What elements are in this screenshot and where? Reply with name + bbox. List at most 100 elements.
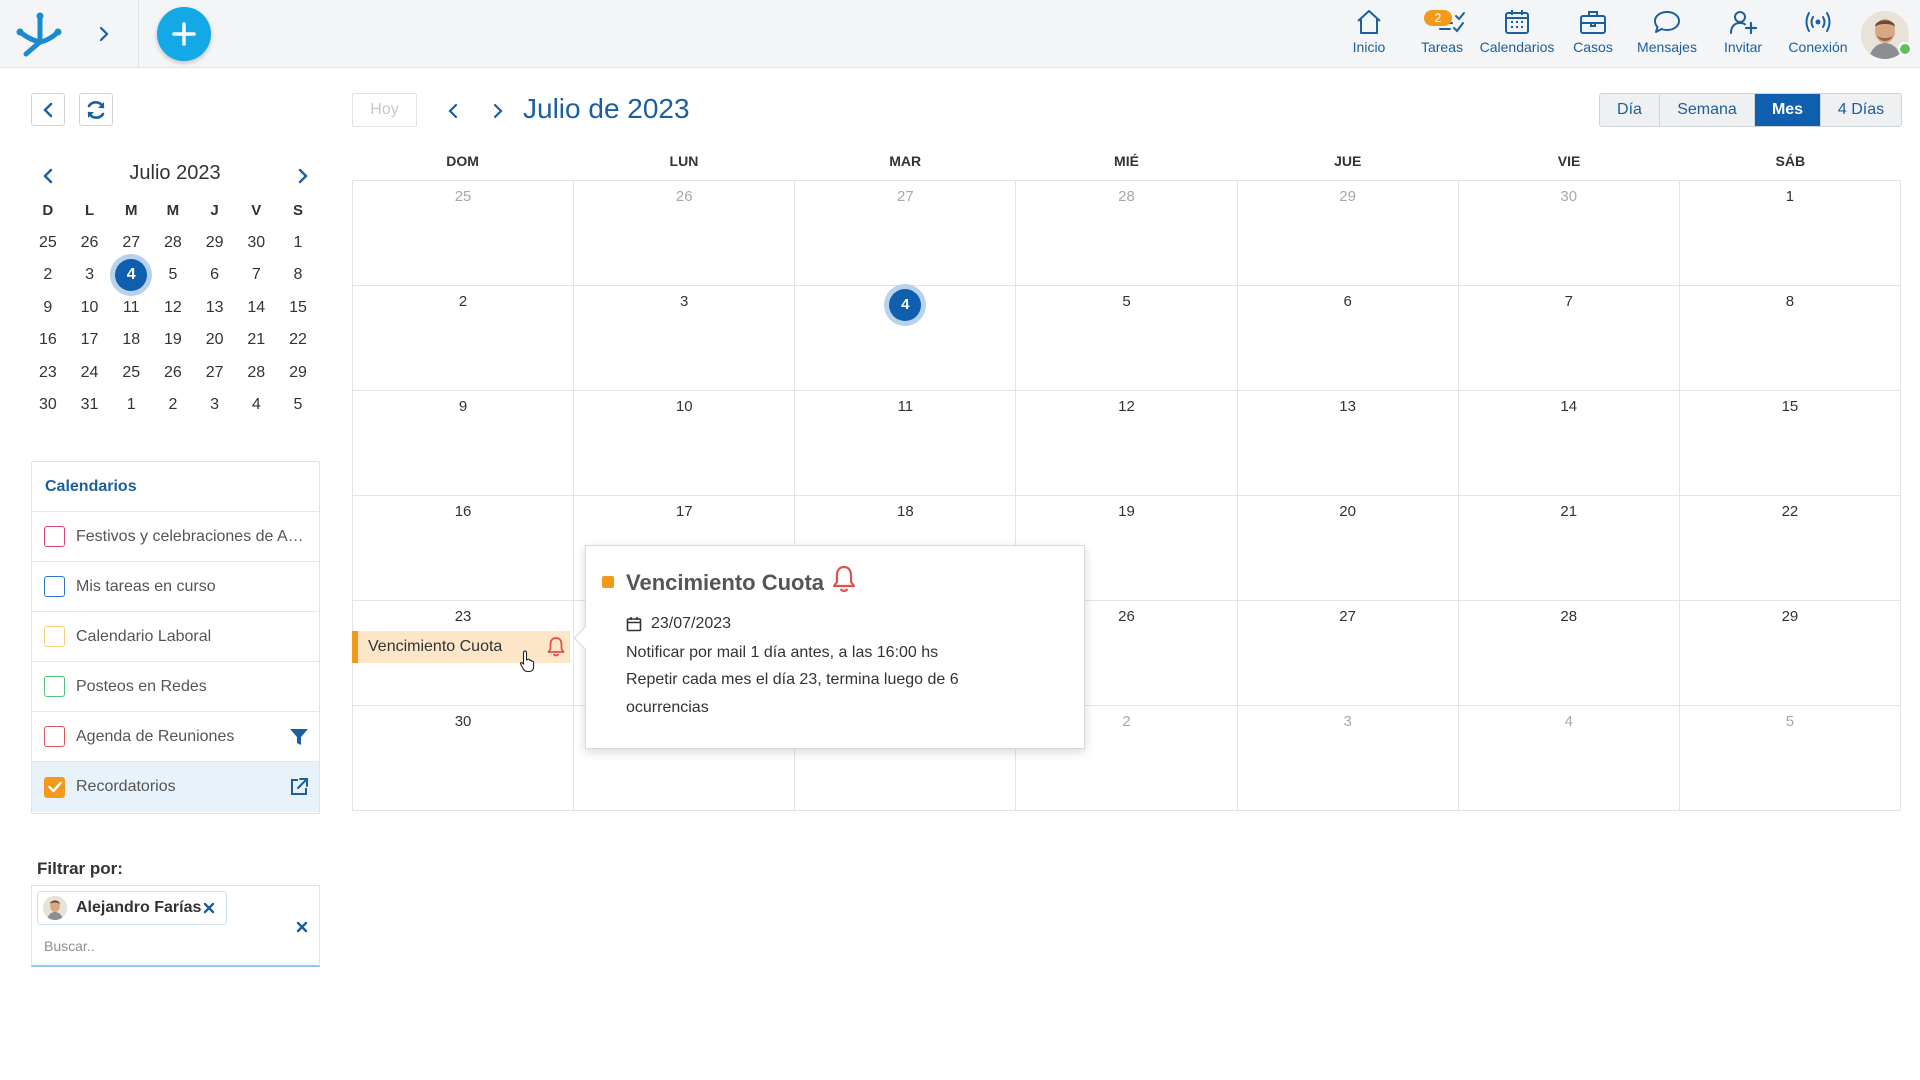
mini-day[interactable]: 13 [194,299,236,317]
mini-day[interactable]: 26 [152,364,194,382]
day-cell[interactable]: 2 [353,286,575,390]
next-month-button[interactable] [484,97,512,125]
clear-filter-icon[interactable] [295,920,309,934]
day-cell[interactable]: 3 [574,286,796,390]
collapse-sidebar-button[interactable] [31,93,65,126]
mini-day[interactable]: 5 [277,396,319,414]
day-cell[interactable]: 22 [1680,496,1900,600]
mini-day[interactable]: 6 [194,266,236,284]
mini-day[interactable]: 25 [110,364,152,382]
mini-day[interactable]: 23 [27,364,69,382]
day-cell[interactable]: 25 [353,181,575,285]
view-button[interactable]: Mes [1755,94,1821,126]
mini-day[interactable]: 20 [194,331,236,349]
nav-calendarios[interactable]: Calendarios [1480,8,1554,58]
calendar-item[interactable]: Calendario Laboral [32,612,319,662]
nav-mensajes[interactable]: Mensajes [1637,8,1697,58]
mini-day[interactable]: 4 [110,259,152,292]
mini-day[interactable]: 1 [277,234,319,252]
mini-next-month-button[interactable] [291,164,315,188]
mini-day[interactable]: 7 [235,266,277,284]
calendar-item[interactable]: Mis tareas en curso [32,562,319,612]
calendar-checkbox[interactable] [44,626,65,647]
day-cell[interactable]: 14 [1459,391,1680,495]
calendar-item[interactable]: Recordatorios [32,762,319,812]
day-cell[interactable]: 26 [574,181,796,285]
day-cell[interactable]: 30 [353,706,575,811]
day-cell[interactable]: 12 [1016,391,1238,495]
mini-day[interactable]: 12 [152,299,194,317]
mini-day[interactable]: 10 [69,299,111,317]
view-button[interactable]: Semana [1660,94,1755,126]
day-cell[interactable]: 13 [1238,391,1459,495]
day-cell[interactable]: 28 [1016,181,1238,285]
day-cell[interactable]: 27 [795,181,1017,285]
nav-invitar[interactable]: Invitar [1721,8,1765,58]
calendar-checkbox[interactable] [44,726,65,747]
external-link-icon[interactable] [288,776,310,798]
day-cell[interactable]: 10 [574,391,796,495]
day-cell[interactable]: 28 [1459,601,1680,705]
prev-month-button[interactable] [439,97,467,125]
mini-day[interactable]: 2 [27,266,69,284]
mini-day[interactable]: 16 [27,331,69,349]
mini-day[interactable]: 28 [152,234,194,252]
mini-day[interactable]: 1 [110,396,152,414]
mini-day[interactable]: 27 [194,364,236,382]
nav-tareas[interactable]: 2 Tareas [1416,8,1468,58]
day-cell[interactable]: 8 [1680,286,1900,390]
app-logo-icon[interactable] [14,10,64,58]
view-button[interactable]: Día [1600,94,1660,126]
mini-day[interactable]: 24 [69,364,111,382]
mini-day[interactable]: 29 [194,234,236,252]
mini-day[interactable]: 30 [235,234,277,252]
mini-day[interactable]: 17 [69,331,111,349]
calendar-checkbox[interactable] [44,576,65,597]
day-cell[interactable]: 3 [1238,706,1459,811]
mini-day[interactable]: 3 [69,266,111,284]
mini-day[interactable]: 14 [235,299,277,317]
day-cell[interactable]: 1 [1680,181,1900,285]
mini-day[interactable]: 22 [277,331,319,349]
mini-day[interactable]: 27 [110,234,152,252]
mini-day[interactable]: 9 [27,299,69,317]
calendar-item[interactable]: Festivos y celebraciones de Argentina [32,512,319,562]
day-cell[interactable]: 9 [353,391,575,495]
view-button[interactable]: 4 Días [1821,94,1901,126]
day-cell[interactable]: 5 [1016,286,1238,390]
nav-casos[interactable]: Casos [1572,8,1614,58]
calendar-item[interactable]: Posteos en Redes [32,662,319,712]
mini-day[interactable]: 26 [69,234,111,252]
today-button[interactable]: Hoy [352,93,417,127]
refresh-button[interactable] [79,93,113,126]
mini-day[interactable]: 5 [152,266,194,284]
mini-day[interactable]: 8 [277,266,319,284]
calendar-checkbox[interactable] [44,776,65,798]
day-cell[interactable]: 29 [1680,601,1900,705]
mini-day[interactable]: 28 [235,364,277,382]
day-cell[interactable]: 4 [1459,706,1680,811]
remove-chip-icon[interactable] [202,901,216,915]
mini-day[interactable]: 4 [235,396,277,414]
mini-day[interactable]: 3 [194,396,236,414]
day-cell[interactable]: 29 [1238,181,1459,285]
expand-menu-button[interactable] [90,20,118,48]
filter-icon[interactable] [288,726,310,748]
day-cell[interactable]: 15 [1680,391,1900,495]
day-cell[interactable]: 20 [1238,496,1459,600]
day-cell[interactable]: 5 [1680,706,1900,811]
mini-day[interactable]: 30 [27,396,69,414]
mini-day[interactable]: 2 [152,396,194,414]
filter-box[interactable]: Alejandro Farías Buscar.. [31,885,320,967]
event-vencimiento-cuota[interactable]: Vencimiento Cuota [352,631,570,663]
filter-search-input[interactable]: Buscar.. [44,938,95,954]
calendar-checkbox[interactable] [44,676,65,697]
filter-chip[interactable]: Alejandro Farías [37,891,227,925]
day-cell[interactable]: 27 [1238,601,1459,705]
day-cell[interactable]: 4 [795,286,1017,390]
mini-day[interactable]: 21 [235,331,277,349]
calendar-checkbox[interactable] [44,526,65,547]
mini-day[interactable]: 25 [27,234,69,252]
mini-day[interactable]: 11 [110,299,152,317]
day-cell[interactable]: 16 [353,496,575,600]
